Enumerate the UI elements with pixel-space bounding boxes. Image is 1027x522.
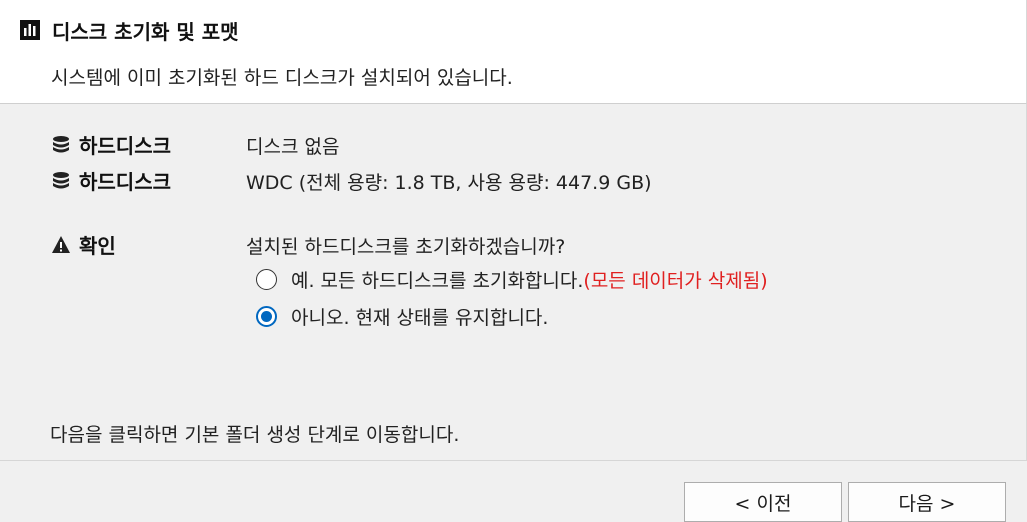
next-button[interactable]: 다음 > <box>848 482 1006 522</box>
window-title: 디스크 초기화 및 포맷 <box>52 19 239 44</box>
database-icon <box>50 134 72 156</box>
radio-option-yes-text: 예. 모든 하드디스크를 초기화합니다. <box>291 270 584 292</box>
radio-button-yes[interactable] <box>256 269 277 290</box>
confirm-question: 설치된 하드디스크를 초기화하겠습니까? <box>246 236 566 258</box>
data-delete-warning: (모든 데이터가 삭제됨) <box>583 270 768 292</box>
disk-label-1: 하드디스크 <box>50 130 171 159</box>
disk-label-text: 하드디스크 <box>79 170 171 194</box>
bar-chart-icon <box>20 20 40 40</box>
warning-icon <box>50 234 72 256</box>
disk-label-2: 하드디스크 <box>50 166 171 195</box>
confirm-label-text: 확인 <box>79 234 116 258</box>
disk-value-2: WDC (전체 용량: 1.8 TB, 사용 용량: 447.9 GB) <box>246 172 652 194</box>
footer-note: 다음을 클릭하면 기본 폴더 생성 단계로 이동합니다. <box>50 424 460 446</box>
disk-label-text: 하드디스크 <box>79 134 171 158</box>
radio-option-no-text: 아니오. 현재 상태를 유지합니다. <box>291 307 549 329</box>
radio-option-no[interactable]: 아니오. 현재 상태를 유지합니다. <box>256 303 548 330</box>
window-subtitle: 시스템에 이미 초기화된 하드 디스크가 설치되어 있습니다. <box>51 67 513 89</box>
confirm-label: 확인 <box>50 230 116 259</box>
radio-button-no[interactable] <box>256 306 277 327</box>
database-icon <box>50 170 72 192</box>
title-row: 디스크 초기화 및 포맷 <box>20 17 239 44</box>
prev-button[interactable]: < 이전 <box>684 482 842 522</box>
header: 디스크 초기화 및 포맷 시스템에 이미 초기화된 하드 디스크가 설치되어 있… <box>0 0 1027 104</box>
disk-value-1: 디스크 없음 <box>246 136 340 158</box>
radio-option-yes[interactable]: 예. 모든 하드디스크를 초기화합니다. (모든 데이터가 삭제됨) <box>256 266 768 293</box>
